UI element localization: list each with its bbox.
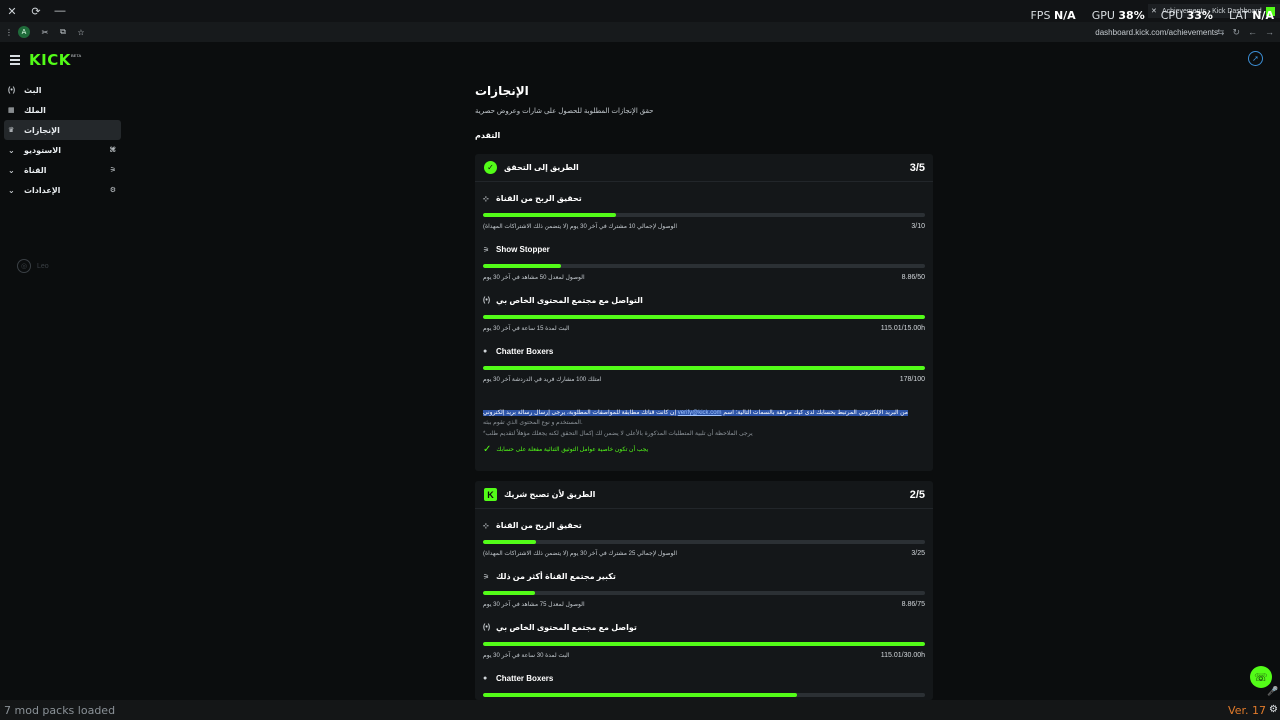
goal-item: ⚞ Show Stopper الوصول لمعدل 50 مشاهد في آ… bbox=[483, 245, 925, 281]
mod-status-bar: 7 mod packs loaded Ver. 17 ⚙ bbox=[0, 700, 1280, 720]
sidebar: (•) البث ▦ الملك ♛ الإنجازات ⌄ الاستوديو… bbox=[0, 80, 124, 200]
channel-icon: ⚞ bbox=[109, 167, 116, 174]
refresh-icon[interactable]: ↻ bbox=[1232, 27, 1240, 38]
profile-avatar[interactable]: A bbox=[18, 26, 36, 38]
sidebar-item-settings[interactable]: ⌄ الإعدادات ⚙ bbox=[0, 180, 124, 200]
section-title: التقدم bbox=[475, 131, 501, 140]
close-icon[interactable]: ✕ bbox=[0, 0, 24, 22]
stat-cpu: CPU 33% bbox=[1160, 9, 1213, 22]
goal-item: ⊹ تحقيق الربح من القناة الوصول لإجمالي 25… bbox=[483, 521, 925, 557]
selected-text[interactable]: إن كانت قناتك مطابقة للمواصفات المطلوبة،… bbox=[483, 410, 908, 416]
progress-bar bbox=[483, 591, 925, 595]
main-content: الإنجازات حقق الإنجازات المطلوبة للحصول … bbox=[475, 84, 935, 140]
card-score: 2/5 bbox=[909, 488, 925, 501]
language-selector[interactable]: ◎ Leo bbox=[17, 259, 49, 273]
page-title: الإنجازات bbox=[475, 84, 529, 98]
minimize-icon[interactable]: — bbox=[48, 0, 72, 22]
broadcast-icon: (•) bbox=[483, 624, 491, 631]
monetize-icon: ⊹ bbox=[483, 522, 489, 530]
card-title: الطريق إلى التحقق bbox=[504, 163, 579, 172]
settings-gear-icon[interactable]: ⚙ bbox=[1269, 704, 1278, 715]
goal-item: (•) التواصل مع مجتمع المحتوى الخاص بي الب… bbox=[483, 296, 925, 332]
progress-bar bbox=[483, 315, 925, 319]
gear-icon: ⚙ bbox=[109, 187, 116, 194]
card-header: ✓ الطريق إلى التحقق 3/5 bbox=[475, 154, 933, 182]
progress-bar bbox=[483, 264, 925, 268]
progress-bar bbox=[483, 693, 925, 697]
page-subtitle: حقق الإنجازات المطلوبة للحصول على شارات … bbox=[475, 108, 654, 115]
chat-bubble-icon: ● bbox=[483, 675, 488, 682]
version-label: Ver. 17 bbox=[1228, 704, 1266, 717]
beta-label: BETA bbox=[71, 53, 82, 58]
hamburger-menu-icon[interactable] bbox=[10, 55, 20, 67]
address-bar: ⋮ A ✂ ⧉ ☆ dashboard.kick.com/achievement… bbox=[0, 22, 1280, 42]
url-field[interactable]: dashboard.kick.com/achievements bbox=[1095, 28, 1218, 37]
chevron-down-icon: ⌄ bbox=[8, 185, 15, 195]
verification-note: إن كانت قناتك مطابقة للمواصفات المطلوبة،… bbox=[475, 408, 933, 455]
goal-item: ● Chatter Boxers bbox=[475, 662, 933, 700]
verified-check-icon: ✓ bbox=[484, 161, 497, 174]
two-factor-requirement: ✓ يجب أن تكون خاصية عوامل التوثيق الثنائي… bbox=[483, 444, 649, 455]
chevron-down-icon: ⌄ bbox=[8, 165, 15, 175]
progress-bar bbox=[483, 366, 925, 370]
site-header: KICK BETA ➚ bbox=[0, 42, 1280, 76]
tabs-icon[interactable]: ⧉ bbox=[54, 27, 72, 37]
goal-item: ⚞ تكبير مجتمع القناة أكثر من ذلك الوصول ل… bbox=[483, 572, 925, 608]
goal-value: 3/10 bbox=[911, 223, 925, 230]
goal-item: ⊹ تحقيق الربح من القناة الوصول لإجمالي 10… bbox=[483, 194, 925, 230]
stat-gpu: GPU 38% bbox=[1091, 9, 1145, 22]
goal-item: ● Chatter Boxers امتلك 100 مشارك فريد في … bbox=[483, 347, 925, 383]
goal-item: (•) تواصل مع مجتمع المحتوى الخاص بي البث … bbox=[483, 623, 925, 659]
globe-icon: ◎ bbox=[17, 259, 31, 273]
card-score: 3/5 bbox=[909, 161, 925, 174]
goal-value: 3/25 bbox=[911, 550, 925, 557]
menu-dots-icon[interactable]: ⋮ bbox=[0, 28, 18, 37]
stat-fps: FPS N/A bbox=[1030, 9, 1076, 22]
progress-bar bbox=[483, 642, 925, 646]
chat-bubble-icon: ● bbox=[483, 348, 488, 355]
mod-packs-status: 7 mod packs loaded bbox=[4, 704, 116, 717]
checkmark-icon: ✓ bbox=[483, 444, 492, 455]
goal-value: 178/100 bbox=[899, 376, 925, 383]
dashboard-icon: ▦ bbox=[8, 107, 15, 114]
performance-overlay: FPS N/A GPU 38% CPU 33% LAT N/A bbox=[1030, 9, 1274, 22]
sidebar-item-studio[interactable]: ⌄ الاستوديو ⌘ bbox=[0, 140, 124, 160]
achievement-card-verification: ✓ الطريق إلى التحقق 3/5 ⊹ تحقيق الربح من … bbox=[475, 154, 933, 471]
sidebar-item-stream[interactable]: (•) البث bbox=[0, 80, 124, 100]
settings-toggle-icon[interactable]: ⇆ bbox=[1217, 27, 1225, 38]
microphone-icon[interactable]: 🎤 bbox=[1267, 686, 1278, 697]
bookmark-star-icon[interactable]: ☆ bbox=[72, 28, 90, 37]
goal-value: 115.01/30.00h bbox=[880, 652, 925, 659]
extension-icon[interactable]: ✂ bbox=[36, 28, 54, 37]
progress-bar bbox=[483, 540, 925, 544]
sidebar-item-achievements[interactable]: ♛ الإنجازات bbox=[4, 120, 121, 140]
sidebar-item-channel[interactable]: ⌄ القناة ⚞ bbox=[0, 160, 124, 180]
viewers-icon: ⚞ bbox=[483, 573, 490, 581]
forward-arrow-icon[interactable]: → bbox=[1265, 27, 1274, 38]
chevron-down-icon: ⌄ bbox=[8, 145, 15, 155]
goal-value: 8.86/75 bbox=[901, 601, 925, 608]
verify-email-link[interactable]: verify@kick.com bbox=[678, 410, 722, 416]
broadcast-icon: (•) bbox=[8, 86, 16, 94]
stat-lat: LAT N/A bbox=[1228, 9, 1274, 22]
compass-icon[interactable]: ➚ bbox=[1248, 51, 1263, 66]
reload-icon[interactable]: ⟳ bbox=[24, 0, 48, 22]
progress-bar bbox=[483, 213, 925, 217]
back-arrow-icon[interactable]: ← bbox=[1248, 27, 1257, 38]
achievement-card-partner: K الطريق لأن تصبح شريك 2/5 ⊹ تحقيق الربح … bbox=[475, 481, 933, 700]
trophy-icon: ♛ bbox=[8, 127, 15, 134]
card-title: الطريق لأن تصبح شريك bbox=[504, 490, 596, 499]
kick-k-icon: K bbox=[484, 488, 497, 501]
goal-value: 8.86/50 bbox=[901, 274, 925, 281]
monetize-icon: ⊹ bbox=[483, 195, 489, 203]
sidebar-item-owner[interactable]: ▦ الملك bbox=[0, 100, 124, 120]
broadcast-icon: (•) bbox=[483, 297, 491, 304]
help-chat-button[interactable]: ☏ bbox=[1250, 666, 1272, 688]
studio-icon: ⌘ bbox=[109, 147, 117, 154]
kick-logo[interactable]: KICK bbox=[29, 51, 71, 69]
viewers-icon: ⚞ bbox=[483, 246, 490, 254]
goal-value: 115.01/15.00h bbox=[880, 325, 925, 332]
card-header: K الطريق لأن تصبح شريك 2/5 bbox=[475, 481, 933, 509]
